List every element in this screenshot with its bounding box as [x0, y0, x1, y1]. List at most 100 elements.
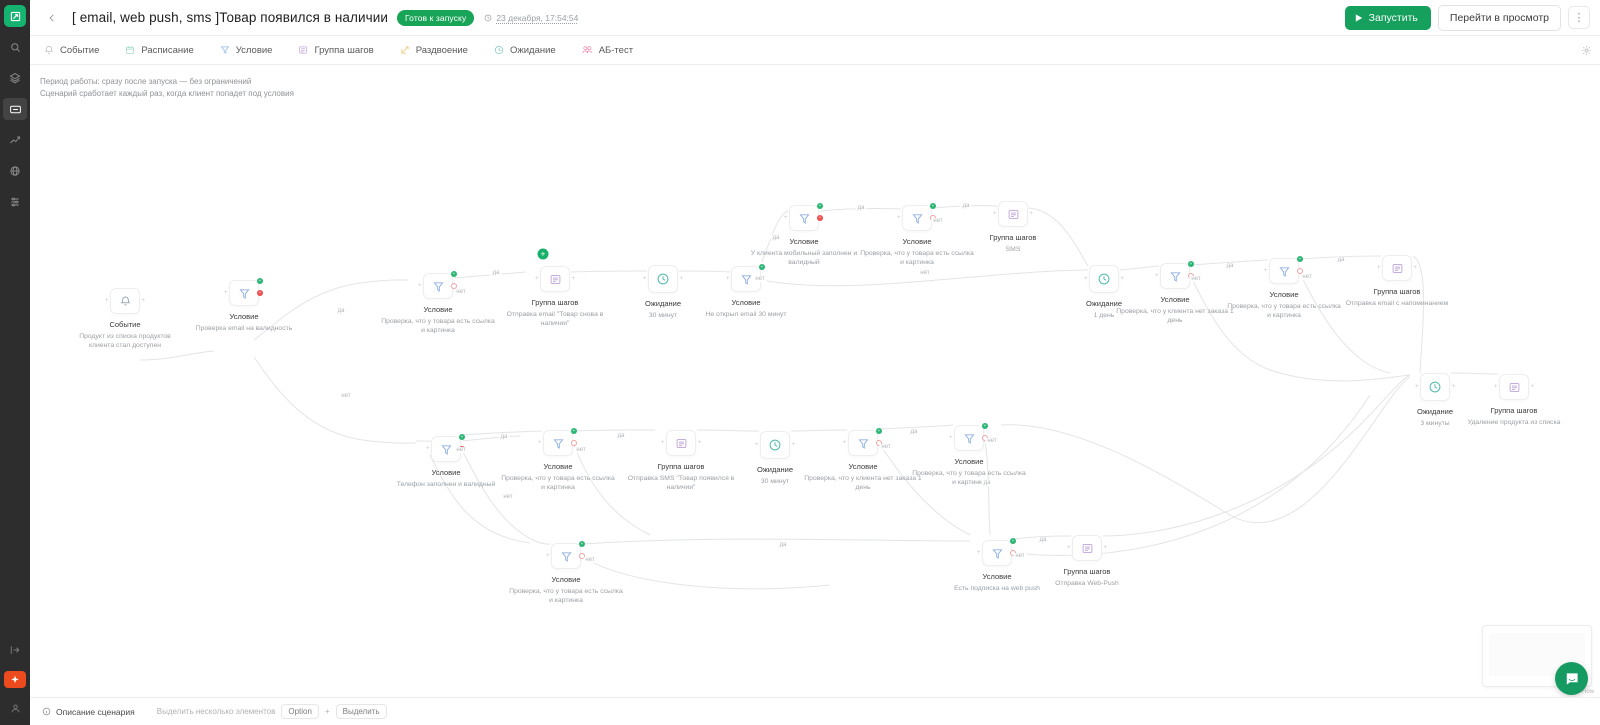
node-handle-left[interactable]: + [977, 550, 981, 556]
scenario-description-button[interactable]: Описание сценария [42, 707, 135, 717]
node-handle-left[interactable]: + [105, 298, 109, 304]
node-condition-icon-box[interactable]: + + + [224, 278, 263, 306]
tool-ab-test[interactable]: АБ-тест [580, 42, 635, 59]
tool-wait[interactable]: Ожидание [492, 42, 558, 59]
node-handle-left[interactable]: + [1067, 545, 1071, 551]
node-port-no[interactable]: + [817, 215, 823, 221]
node-steps-icon-box[interactable]: + + [661, 430, 701, 456]
tool-condition[interactable]: Условие [218, 42, 275, 59]
run-button[interactable]: Запустить [1344, 5, 1431, 30]
node-port-yes[interactable]: + [982, 423, 988, 429]
node-port-yes[interactable]: + [459, 434, 465, 440]
flow-node-steps[interactable]: + + Группа шагов Удаление продукта из списк… [1434, 374, 1594, 427]
more-menu-button[interactable]: ⋮ [1568, 6, 1590, 29]
node-condition-icon-box[interactable]: + + + [784, 203, 823, 231]
collapse-icon[interactable] [3, 639, 27, 661]
flow-node-condition[interactable]: +++УсловиеНе открыл email 30 минут [687, 264, 805, 319]
flow-node-condition[interactable]: + + + Условие Проверка email на валидность [185, 278, 303, 333]
user-icon[interactable] [3, 697, 27, 719]
node-steps-icon-box[interactable]: + + [1377, 255, 1417, 281]
node-port-yes[interactable]: + [1297, 256, 1303, 262]
sidebar-item-search[interactable] [3, 36, 27, 58]
chat-bubble-button[interactable] [1555, 662, 1588, 695]
node-handle-left[interactable]: + [418, 283, 422, 289]
flow-node-steps[interactable]: + + Группа шагов SMS [954, 201, 1072, 254]
node-wait-icon-box[interactable]: + + [755, 431, 795, 459]
node-condition-icon-box[interactable]: + + [897, 203, 936, 231]
node-steps-icon-box[interactable]: + + [535, 266, 575, 292]
node-steps-icon-box[interactable]: + + [1067, 535, 1107, 561]
sidebar-item-settings[interactable] [3, 191, 27, 213]
gear-icon[interactable] [1581, 43, 1592, 61]
node-handle-left[interactable]: + [535, 276, 539, 282]
preview-button[interactable]: Перейти в просмотр [1437, 4, 1561, 31]
tool-schedule[interactable]: Расписание [123, 42, 195, 59]
flow-node-event[interactable]: + + Событие Продукт из списка продуктов кли… [66, 288, 184, 350]
flow-node-condition[interactable]: +++УсловиеТелефон заполнен и валидный [387, 434, 505, 489]
node-condition-icon-box[interactable]: + + [843, 428, 882, 456]
node-port-yes[interactable]: + [579, 541, 585, 547]
node-handle-left[interactable]: + [784, 215, 788, 221]
mindbox-logo-icon[interactable] [4, 5, 26, 27]
tool-split[interactable]: Раздвоение [398, 42, 470, 59]
spark-icon[interactable] [4, 671, 26, 688]
node-handle-right[interactable]: + [791, 442, 795, 448]
node-handle-left[interactable]: + [224, 290, 228, 296]
tool-event[interactable]: Событие [42, 42, 101, 59]
node-handle-right[interactable]: + [1029, 211, 1033, 217]
node-handle-left[interactable]: + [1415, 384, 1419, 390]
flow-node-condition[interactable]: + + Условие Проверка, что у товара есть ссы… [499, 428, 617, 492]
node-condition-icon-box[interactable]: + + [538, 428, 577, 456]
node-handle-left[interactable]: + [1155, 273, 1159, 279]
flow-node-condition[interactable]: + + Условие Проверка, что у клиента нет зак… [1116, 261, 1234, 325]
node-port-yes[interactable]: + [451, 271, 457, 277]
node-handle-left[interactable]: + [897, 215, 901, 221]
node-port-yes[interactable]: + [257, 278, 263, 284]
node-handle-right[interactable]: + [1413, 265, 1417, 271]
node-port-yes[interactable]: + [1010, 538, 1016, 544]
node-handle-left[interactable]: + [755, 442, 759, 448]
flow-node-condition[interactable]: + + Условие Проверка, что у товара есть ссы… [910, 423, 1028, 487]
node-steps-icon-box[interactable]: + + [993, 201, 1033, 227]
node-handle-left[interactable]: + [726, 276, 730, 282]
flow-node-condition[interactable]: + + Условие Проверка, что у товара есть ссы… [507, 541, 625, 605]
node-handle-left[interactable]: + [1264, 268, 1268, 274]
node-handle-right[interactable]: + [571, 276, 575, 282]
node-handle-left[interactable]: + [1377, 265, 1381, 271]
node-handle-left[interactable]: + [546, 553, 550, 559]
node-handle-left[interactable]: + [661, 440, 665, 446]
node-port-no[interactable] [571, 440, 577, 446]
sidebar-item-channels[interactable] [3, 160, 27, 182]
node-port-yes[interactable]: + [930, 203, 936, 209]
add-node-button[interactable]: + [537, 248, 549, 260]
tool-steps-group[interactable]: Группа шагов [296, 42, 375, 59]
node-condition-icon-box[interactable]: + + [977, 538, 1016, 566]
node-handle-left[interactable]: + [993, 211, 997, 217]
node-port-yes[interactable]: + [571, 428, 577, 434]
flow-canvas[interactable]: + + + Событие Продукт из списка продуктов к… [30, 65, 1600, 680]
node-handle-left[interactable]: + [949, 435, 953, 441]
sidebar-item-campaigns[interactable] [3, 98, 27, 120]
node-wait-icon-box[interactable]: + + [1084, 265, 1124, 293]
node-condition-icon-box[interactable]: + + [1264, 256, 1303, 284]
sidebar-item-layers[interactable] [3, 67, 27, 89]
node-condition-icon-box[interactable]: + + [546, 541, 585, 569]
node-handle-right[interactable]: + [1103, 545, 1107, 551]
node-condition-icon-box[interactable]: + + [1155, 261, 1194, 289]
flow-node-condition[interactable]: + + Условие Проверка, что у клиента нет зак… [804, 428, 922, 492]
flow-node-steps[interactable]: + + Группа шагов Отправка email "Товар снов… [496, 266, 614, 328]
sidebar-item-analytics[interactable] [3, 129, 27, 151]
node-handle-left[interactable]: + [643, 276, 647, 282]
node-event-icon-box[interactable]: + + [105, 288, 145, 314]
node-handle-left[interactable]: + [843, 440, 847, 446]
node-handle-left[interactable]: + [1084, 276, 1088, 282]
node-handle-right[interactable]: + [679, 276, 683, 282]
node-handle-right[interactable]: + [1530, 384, 1534, 390]
node-handle-left[interactable]: + [426, 446, 430, 452]
node-condition-icon-box[interactable]: + + [949, 423, 988, 451]
node-handle-left[interactable]: + [538, 440, 542, 446]
node-condition-icon-box[interactable]: + + [418, 271, 457, 299]
node-handle-right[interactable]: + [697, 440, 701, 446]
node-port-yes[interactable]: + [1188, 261, 1194, 267]
flow-node-condition[interactable]: + + + Условие У клиента мобильный заполнен и… [745, 203, 863, 267]
